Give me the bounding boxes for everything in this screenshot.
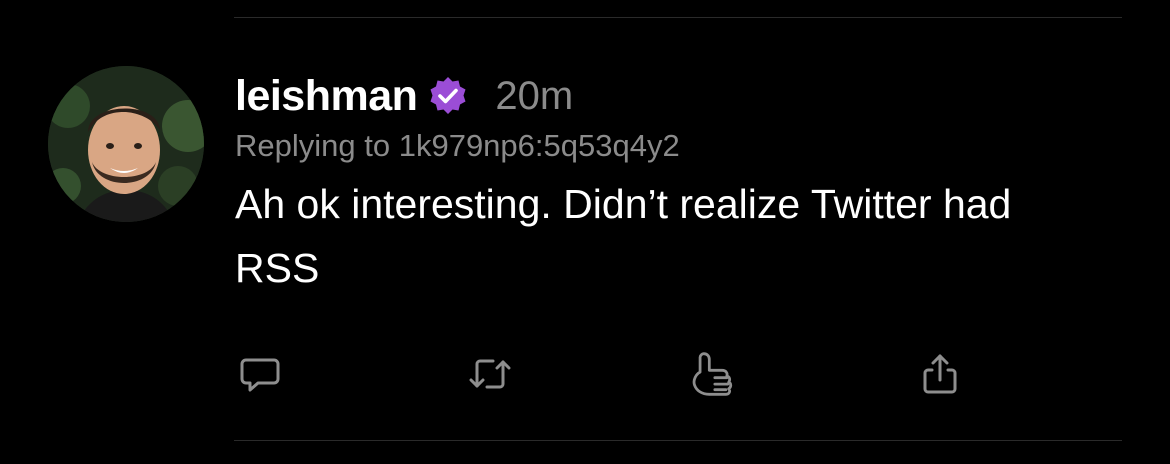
like-button[interactable] — [689, 350, 737, 398]
shaka-hand-icon — [692, 352, 733, 396]
post-content: leishman 20m Replying to 1k979np6:5q53q4… — [235, 68, 1135, 300]
verified-badge-icon — [427, 75, 469, 117]
username[interactable]: leishman — [235, 72, 418, 121]
share-icon — [923, 354, 957, 394]
repost-icon — [469, 359, 511, 389]
post-actions — [236, 350, 996, 400]
repost-button[interactable] — [466, 350, 514, 398]
share-button[interactable] — [916, 350, 964, 398]
post-header: leishman 20m — [235, 68, 1135, 124]
replying-to-target[interactable]: 1k979np6:5q53q4y2 — [399, 128, 680, 163]
avatar[interactable] — [48, 66, 204, 222]
replying-to: Replying to 1k979np6:5q53q4y2 — [235, 124, 1135, 168]
post-timestamp: 20m — [495, 73, 574, 118]
avatar-photo — [48, 66, 204, 222]
bottom-divider — [234, 440, 1122, 441]
reply-bubble-icon — [240, 358, 280, 392]
replying-to-label: Replying to — [235, 128, 399, 163]
reply-button[interactable] — [236, 350, 284, 398]
top-divider — [234, 17, 1122, 18]
post-text: Ah ok interesting. Didn’t realize Twitte… — [235, 181, 1012, 291]
